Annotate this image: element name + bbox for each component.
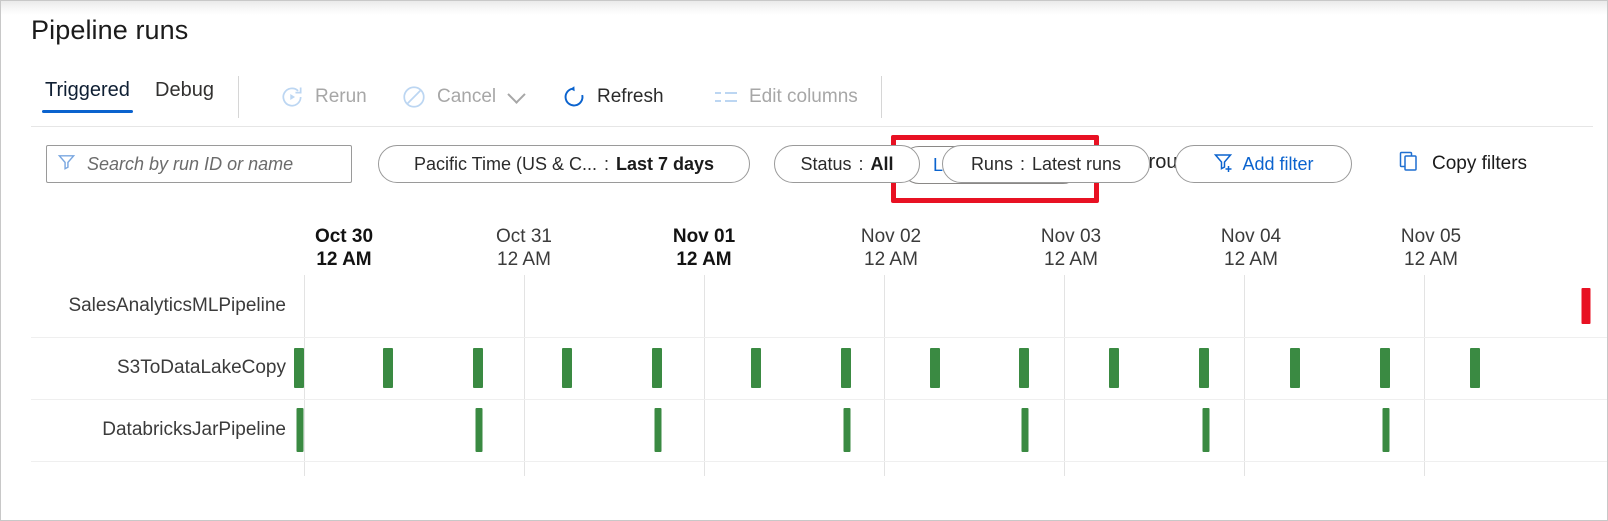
gantt-row-label[interactable]: SalesAnalyticsMLPipeline (31, 295, 286, 317)
gantt-row-label[interactable]: DatabricksJarPipeline (31, 419, 286, 441)
gantt-row: SalesAnalyticsMLPipeline (31, 275, 1607, 338)
rerun-label: Rerun (315, 86, 367, 108)
search-box[interactable] (46, 145, 352, 183)
edit-columns-icon (713, 87, 739, 107)
gantt-row-label[interactable]: S3ToDataLakeCopy (31, 357, 286, 379)
gantt-run-bar[interactable] (652, 348, 662, 388)
gantt-axis-tick: Oct 3012 AM (315, 225, 373, 271)
gantt-axis-tick-date: Oct 31 (496, 225, 552, 248)
gantt-axis-tick: Nov 0512 AM (1401, 225, 1461, 271)
filter-icon (57, 152, 76, 176)
gantt-axis-tick: Nov 0312 AM (1041, 225, 1101, 271)
gantt-chart: Oct 3012 AMOct 3112 AMNov 0112 AMNov 021… (1, 215, 1607, 520)
gantt-run-bar[interactable] (1203, 408, 1210, 452)
cancel-icon (401, 84, 427, 110)
edit-columns-label: Edit columns (749, 86, 858, 108)
gantt-run-bar[interactable] (1380, 348, 1390, 388)
filter-pill-status-value: All (871, 154, 894, 175)
filter-pill-status-separator: : (859, 154, 864, 175)
gantt-axis-tick-date: Nov 03 (1041, 225, 1101, 248)
add-filter-button[interactable]: Add filter (1175, 145, 1352, 183)
gantt-axis-tick-time: 12 AM (1221, 248, 1281, 271)
gantt-run-bar[interactable] (930, 348, 940, 388)
gantt-axis-tick-date: Oct 30 (315, 225, 373, 248)
refresh-icon (561, 84, 587, 110)
gantt-run-bar[interactable] (1290, 348, 1300, 388)
filter-pill-runs-separator: : (1020, 154, 1025, 175)
gantt-run-bar[interactable] (1470, 348, 1480, 388)
add-filter-label: Add filter (1242, 154, 1313, 175)
gantt-axis-tick-time: 12 AM (496, 248, 552, 271)
filter-pill-time-range[interactable]: Pacific Time (US & C... : Last 7 days (378, 145, 750, 183)
refresh-button[interactable]: Refresh (561, 82, 664, 112)
gantt-run-bar[interactable] (844, 408, 851, 452)
tab-debug[interactable]: Debug (152, 79, 217, 113)
gantt-axis-tick: Oct 3112 AM (496, 225, 552, 271)
gantt-run-bar[interactable] (473, 348, 483, 388)
filter-pill-runs[interactable]: Runs : Latest runs (942, 145, 1150, 183)
gantt-run-bar[interactable] (294, 348, 304, 388)
pipeline-runs-screen: Pipeline runs Triggered Debug Rerun (0, 0, 1608, 521)
gantt-run-bar[interactable] (841, 348, 851, 388)
window-top-gradient (1, 1, 1607, 15)
gantt-run-bar[interactable] (562, 348, 572, 388)
gantt-axis-tick: Nov 0112 AM (673, 225, 735, 271)
gantt-run-bar[interactable] (1022, 408, 1029, 452)
cancel-button[interactable]: Cancel (401, 82, 523, 112)
gantt-axis-tick-date: Nov 01 (673, 225, 735, 248)
gantt-axis-tick-date: Nov 04 (1221, 225, 1281, 248)
filter-pill-status-key: Status (800, 154, 851, 175)
filter-pill-time-range-value: Last 7 days (616, 154, 714, 175)
filter-pill-time-range-key: Pacific Time (US & C... (414, 154, 597, 175)
gantt-axis-tick-date: Nov 02 (861, 225, 921, 248)
filter-pill-runs-value: Latest runs (1032, 154, 1121, 175)
gantt-axis-tick-date: Nov 05 (1401, 225, 1461, 248)
gantt-axis-tick: Nov 0212 AM (861, 225, 921, 271)
page-title: Pipeline runs (31, 15, 188, 46)
gantt-run-bar[interactable] (1383, 408, 1390, 452)
filter-bar: Pacific Time (US & C... : Last 7 days St… (1, 141, 1607, 189)
toolbar-divider-1 (238, 76, 239, 118)
toolbar-divider-2 (881, 76, 882, 118)
edit-columns-button[interactable]: Edit columns (713, 82, 858, 112)
gantt-row: DatabricksJarPipeline (31, 399, 1607, 462)
gantt-axis-tick-time: 12 AM (861, 248, 921, 271)
gantt-run-bar[interactable] (1019, 348, 1029, 388)
chevron-down-icon (507, 85, 525, 103)
rerun-icon (279, 84, 305, 110)
gantt-run-bar[interactable] (1199, 348, 1209, 388)
gantt-run-bar[interactable] (476, 408, 483, 452)
copy-filters-button[interactable]: Copy filters (1397, 149, 1527, 179)
gantt-axis-tick-time: 12 AM (673, 248, 735, 271)
tab-triggered[interactable]: Triggered (42, 79, 133, 113)
gantt-time-axis: Oct 3012 AMOct 3112 AMNov 0112 AMNov 021… (1, 215, 1607, 275)
refresh-label: Refresh (597, 86, 664, 108)
gantt-run-bar[interactable] (655, 408, 662, 452)
filter-pill-runs-key: Runs (971, 154, 1013, 175)
filter-pill-status[interactable]: Status : All (774, 145, 920, 183)
filter-pill-time-range-separator: : (604, 154, 609, 175)
gantt-run-bar[interactable] (297, 408, 304, 452)
gantt-row: S3ToDataLakeCopy (31, 337, 1607, 400)
add-filter-icon (1213, 151, 1235, 178)
gantt-axis-tick-time: 12 AM (1041, 248, 1101, 271)
gantt-axis-tick-time: 12 AM (315, 248, 373, 271)
gantt-run-bar[interactable] (1109, 348, 1119, 388)
cancel-label: Cancel (437, 86, 496, 108)
tab-triggered-label: Triggered (45, 79, 130, 101)
gantt-axis-tick: Nov 0412 AM (1221, 225, 1281, 271)
gantt-axis-tick-time: 12 AM (1401, 248, 1461, 271)
tab-debug-label: Debug (155, 79, 214, 101)
gantt-run-bar[interactable] (383, 348, 393, 388)
rerun-button[interactable]: Rerun (279, 82, 367, 112)
copy-icon (1397, 149, 1421, 179)
command-bar-divider (31, 126, 1593, 127)
gantt-run-bar[interactable] (1582, 288, 1591, 324)
gantt-run-bar[interactable] (751, 348, 761, 388)
command-bar: Triggered Debug Rerun (1, 69, 1607, 127)
search-input[interactable] (85, 153, 341, 176)
copy-filters-label: Copy filters (1432, 153, 1527, 175)
